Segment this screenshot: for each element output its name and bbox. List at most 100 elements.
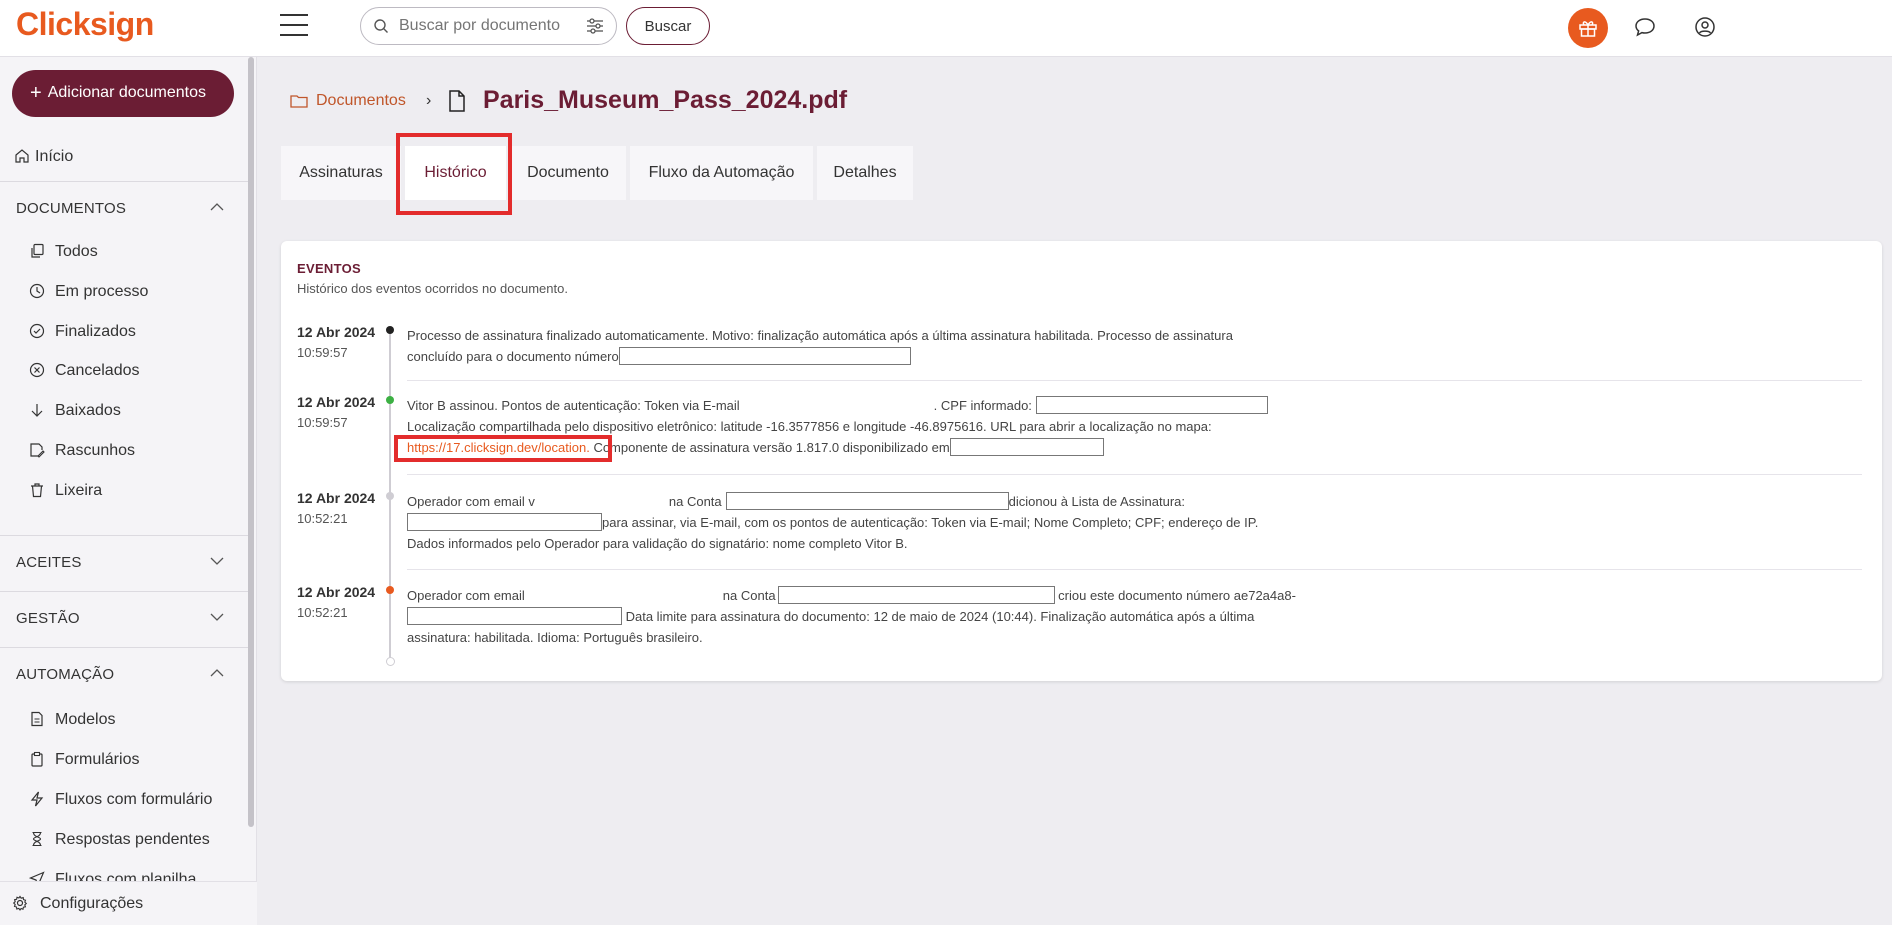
event-line: Localização compartilhada pelo dispositi…	[407, 419, 1212, 434]
file-icon	[449, 90, 465, 112]
sidebar-item-fluxos-formulario[interactable]: Fluxos com formulário	[0, 782, 248, 818]
event-line: criou este documento número ae72a4a8-	[1054, 588, 1296, 603]
clipboard-icon	[31, 751, 43, 767]
sidebar-item-modelos[interactable]: Modelos	[0, 702, 248, 738]
send-icon	[29, 871, 45, 881]
section-gestao[interactable]: GESTÃO	[0, 591, 248, 645]
event-text: Operador com email na Conta criou este do…	[407, 585, 1327, 648]
event-line: assinatura: habilitada. Idioma: Portuguê…	[407, 630, 703, 645]
event-text: Processo de assinatura finalizado automa…	[407, 325, 1327, 367]
trash-icon	[31, 483, 43, 498]
event-line-wrap: para assinar, via E-mail, com os pontos …	[407, 512, 1327, 533]
sidebar-item-fluxos-planilha[interactable]: Fluxos com planilha	[0, 862, 248, 881]
tab-documento[interactable]: Documento	[510, 146, 626, 200]
sidebar: + Adicionar documentos Início DOCUMENTOS …	[0, 57, 257, 925]
filter-icon[interactable]	[586, 18, 604, 34]
timeline-end-dot	[386, 657, 395, 666]
section-documentos[interactable]: DOCUMENTOS	[0, 181, 248, 235]
sidebar-item-label: Fluxos com planilha	[55, 871, 197, 881]
sidebar-item-label: Todos	[55, 243, 98, 260]
timeline-dot	[386, 492, 394, 500]
event-line: dicionou à Lista de Assinatura:	[1008, 494, 1185, 509]
add-documents-button[interactable]: + Adicionar documentos	[12, 70, 234, 117]
breadcrumb-documentos-link[interactable]: Documentos	[316, 92, 406, 110]
folder-icon	[290, 95, 308, 108]
tab-historico[interactable]: Histórico	[405, 146, 506, 200]
x-circle-icon	[29, 362, 45, 378]
sidebar-scrollbar[interactable]	[248, 57, 254, 827]
sidebar-item-baixados[interactable]: Baixados	[0, 393, 248, 429]
event-time: 10:59:57	[297, 415, 348, 430]
menu-icon[interactable]	[280, 14, 308, 36]
event-text: Operador com email v na Conta dicionou à L…	[407, 491, 1327, 554]
draft-icon	[30, 443, 45, 458]
event-time: 10:52:21	[297, 605, 348, 620]
sidebar-item-label: Em processo	[55, 283, 149, 300]
section-label: ACEITES	[16, 554, 82, 571]
plus-icon: +	[30, 82, 42, 104]
event-line: Vitor B assinou. Pontos de autenticação:…	[407, 398, 740, 413]
clock-icon	[29, 283, 45, 299]
event-line: na Conta	[668, 494, 722, 509]
sidebar-item-label: Rascunhos	[55, 442, 136, 459]
event-separator	[407, 380, 1862, 381]
event-separator	[407, 474, 1862, 475]
sidebar-item-respostas-pendentes[interactable]: Respostas pendentes	[0, 822, 248, 858]
sidebar-item-label: Cancelados	[55, 362, 140, 379]
user-icon[interactable]	[1693, 15, 1717, 39]
chevron-up-icon	[210, 203, 224, 211]
chat-icon[interactable]	[1633, 15, 1657, 39]
page-title: Paris_Museum_Pass_2024.pdf	[483, 86, 848, 114]
tab-assinaturas[interactable]: Assinaturas	[281, 146, 401, 200]
events-card: EVENTOS Histórico dos eventos ocorridos …	[281, 241, 1882, 681]
event-line-wrap: https://17.clicksign.dev/location. Compo…	[407, 437, 1327, 458]
logo[interactable]: Clicksign	[16, 6, 154, 43]
event-line: Componente de assinatura versão 1.817.0 …	[589, 440, 950, 455]
sidebar-item-formularios[interactable]: Formulários	[0, 742, 248, 778]
search-input[interactable]	[399, 16, 579, 36]
section-automacao[interactable]: AUTOMAÇÃO	[0, 647, 248, 701]
add-documents-label: Adicionar documentos	[47, 84, 206, 101]
event-text: Vitor B assinou. Pontos de autenticação:…	[407, 395, 1327, 458]
sidebar-item-cancelados[interactable]: Cancelados	[0, 353, 248, 389]
sidebar-item-todos[interactable]: Todos	[0, 234, 248, 270]
sidebar-item-label: Formulários	[55, 751, 140, 768]
sidebar-item-label: Fluxos com formulário	[55, 791, 213, 808]
sidebar-item-lixeira[interactable]: Lixeira	[0, 473, 248, 509]
sidebar-item-label: Modelos	[55, 711, 116, 728]
location-link[interactable]: https://17.clicksign.dev/location.	[407, 440, 590, 455]
chevron-down-icon	[210, 613, 224, 621]
events-subtitle: Histórico dos eventos ocorridos no docum…	[297, 281, 568, 296]
events-title: EVENTOS	[297, 261, 361, 276]
event-date: 12 Abr 2024	[297, 394, 376, 410]
event-line-wrap: Data limite para assinatura do documento…	[407, 606, 1327, 627]
section-label: AUTOMAÇÃO	[16, 666, 115, 683]
sidebar-item-finalizados[interactable]: Finalizados	[0, 314, 248, 350]
event-line-wrap: Operador com email na Conta criou este do…	[407, 585, 1327, 606]
search-box	[360, 7, 617, 45]
sidebar-item-label: Finalizados	[55, 323, 136, 340]
sidebar-item-home[interactable]: Início	[0, 139, 248, 175]
download-icon	[31, 404, 43, 417]
tab-fluxo-automacao[interactable]: Fluxo da Automação	[630, 146, 813, 200]
lightning-icon	[30, 791, 44, 807]
gift-icon	[1579, 21, 1597, 37]
event-separator	[407, 569, 1862, 570]
gift-button[interactable]	[1568, 8, 1608, 48]
sidebar-item-em-processo[interactable]: Em processo	[0, 274, 248, 310]
event-time: 10:52:21	[297, 511, 348, 526]
search-icon	[374, 19, 388, 33]
sidebar-item-rascunhos[interactable]: Rascunhos	[0, 433, 248, 469]
event-line: Dados informados pelo Operador para vali…	[407, 536, 908, 551]
search-button[interactable]: Buscar	[626, 7, 710, 45]
redacted-field	[407, 513, 602, 531]
event-line: na Conta	[722, 588, 776, 603]
event-line-wrap: Vitor B assinou. Pontos de autenticação:…	[407, 395, 1327, 416]
home-icon	[15, 149, 29, 163]
section-label: DOCUMENTOS	[16, 200, 127, 217]
section-aceites[interactable]: ACEITES	[0, 535, 248, 589]
top-bar: Clicksign Buscar	[0, 0, 1892, 57]
sidebar-item-configuracoes[interactable]: Configurações	[0, 881, 257, 925]
event-line: Operador com email	[407, 588, 525, 603]
tab-detalhes[interactable]: Detalhes	[817, 146, 913, 200]
